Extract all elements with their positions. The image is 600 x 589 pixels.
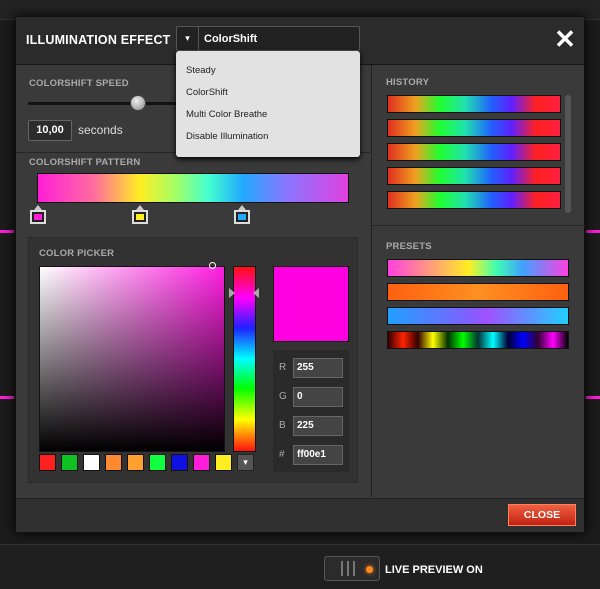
history-item[interactable] [387,95,561,113]
dropdown-item[interactable]: Steady [186,65,216,76]
hex-input[interactable]: ff00e1 [293,445,343,465]
dropdown-item[interactable]: Multi Color Breathe [186,109,267,120]
accent-marker-right-lower [586,396,600,399]
color-values-panel: R 255 G 0 B 225 # ff00e1 [273,350,349,472]
color-swatch[interactable] [105,454,122,471]
hex-label: # [279,449,285,460]
color-picker-panel: COLOR PICKER R 255 G 0 B 225 # ff00e1 ▾ [28,237,358,483]
presets-label: PRESETS [386,241,432,252]
speed-label: COLORSHIFT SPEED [29,78,129,89]
pattern-stop[interactable] [234,205,250,224]
r-input[interactable]: 255 [293,358,343,378]
stop-color-chip [136,214,144,220]
color-picker-label: COLOR PICKER [39,248,115,259]
chevron-down-icon[interactable]: ▾ [177,27,199,50]
b-row: B 225 [279,416,345,436]
preset-item[interactable] [387,331,569,349]
accent-marker-right [586,230,600,233]
dialog-title: ILLUMINATION EFFECT [26,33,171,47]
color-swatch[interactable] [61,454,78,471]
history-item[interactable] [387,167,561,185]
bottom-status-bar [0,544,600,589]
mode-dropdown-menu: Steady ColorShift Multi Color Breathe Di… [176,51,360,157]
dialog-footer [16,498,584,532]
color-swatch[interactable] [83,454,100,471]
color-swatch[interactable] [193,454,210,471]
b-input[interactable]: 225 [293,416,343,436]
b-label: B [279,420,286,431]
grip-icon [341,561,355,576]
close-button[interactable]: CLOSE [508,504,576,526]
speed-slider-handle[interactable] [130,95,146,111]
history-presets-panel: HISTORY PRESETS [371,65,585,497]
history-label: HISTORY [386,77,430,88]
r-row: R 255 [279,358,345,378]
color-swatch[interactable] [39,454,56,471]
history-item[interactable] [387,119,561,137]
color-swatch[interactable] [171,454,188,471]
dropdown-item[interactable]: ColorShift [186,87,228,98]
mode-select-value: ColorShift [204,33,258,45]
color-picker-cursor[interactable] [209,262,216,269]
accent-marker-left-lower [0,396,14,399]
history-item[interactable] [387,143,561,161]
preset-item[interactable] [387,307,569,325]
divider [372,225,585,226]
color-swatch[interactable] [149,454,166,471]
r-label: R [279,362,287,373]
pattern-stop[interactable] [30,205,46,224]
pattern-label: COLORSHIFT PATTERN [29,157,141,168]
live-preview-label: LIVE PREVIEW ON [385,564,483,576]
g-row: G 0 [279,387,345,407]
g-input[interactable]: 0 [293,387,343,407]
speed-unit-label: seconds [78,123,123,137]
chevron-down-icon[interactable]: ▾ [237,454,254,471]
preset-item[interactable] [387,259,569,277]
pattern-gradient-bar[interactable] [37,173,349,203]
preset-item[interactable] [387,283,569,301]
history-scrollbar[interactable] [565,95,571,213]
pattern-stop[interactable] [132,205,148,224]
live-preview-toggle[interactable] [324,556,380,581]
history-item[interactable] [387,191,561,209]
hue-arrow-left-icon[interactable] [229,288,235,298]
stop-color-chip [238,214,246,220]
close-icon[interactable]: ✕ [553,26,577,52]
accent-marker-left [0,230,14,233]
color-swatch[interactable] [215,454,232,471]
speed-slider-track[interactable] [28,102,188,105]
speed-input[interactable]: 10,00 [28,120,72,141]
g-label: G [279,391,287,402]
stop-color-chip [34,214,42,220]
status-led-icon [366,566,373,573]
hue-arrow-right-icon[interactable] [253,288,259,298]
dropdown-item[interactable]: Disable Illumination [186,131,268,142]
saturation-value-area[interactable] [39,266,225,452]
color-swatch[interactable] [127,454,144,471]
mode-select[interactable]: ▾ ColorShift [176,26,360,51]
current-color-preview [273,266,349,342]
hex-row: # ff00e1 [279,445,345,465]
